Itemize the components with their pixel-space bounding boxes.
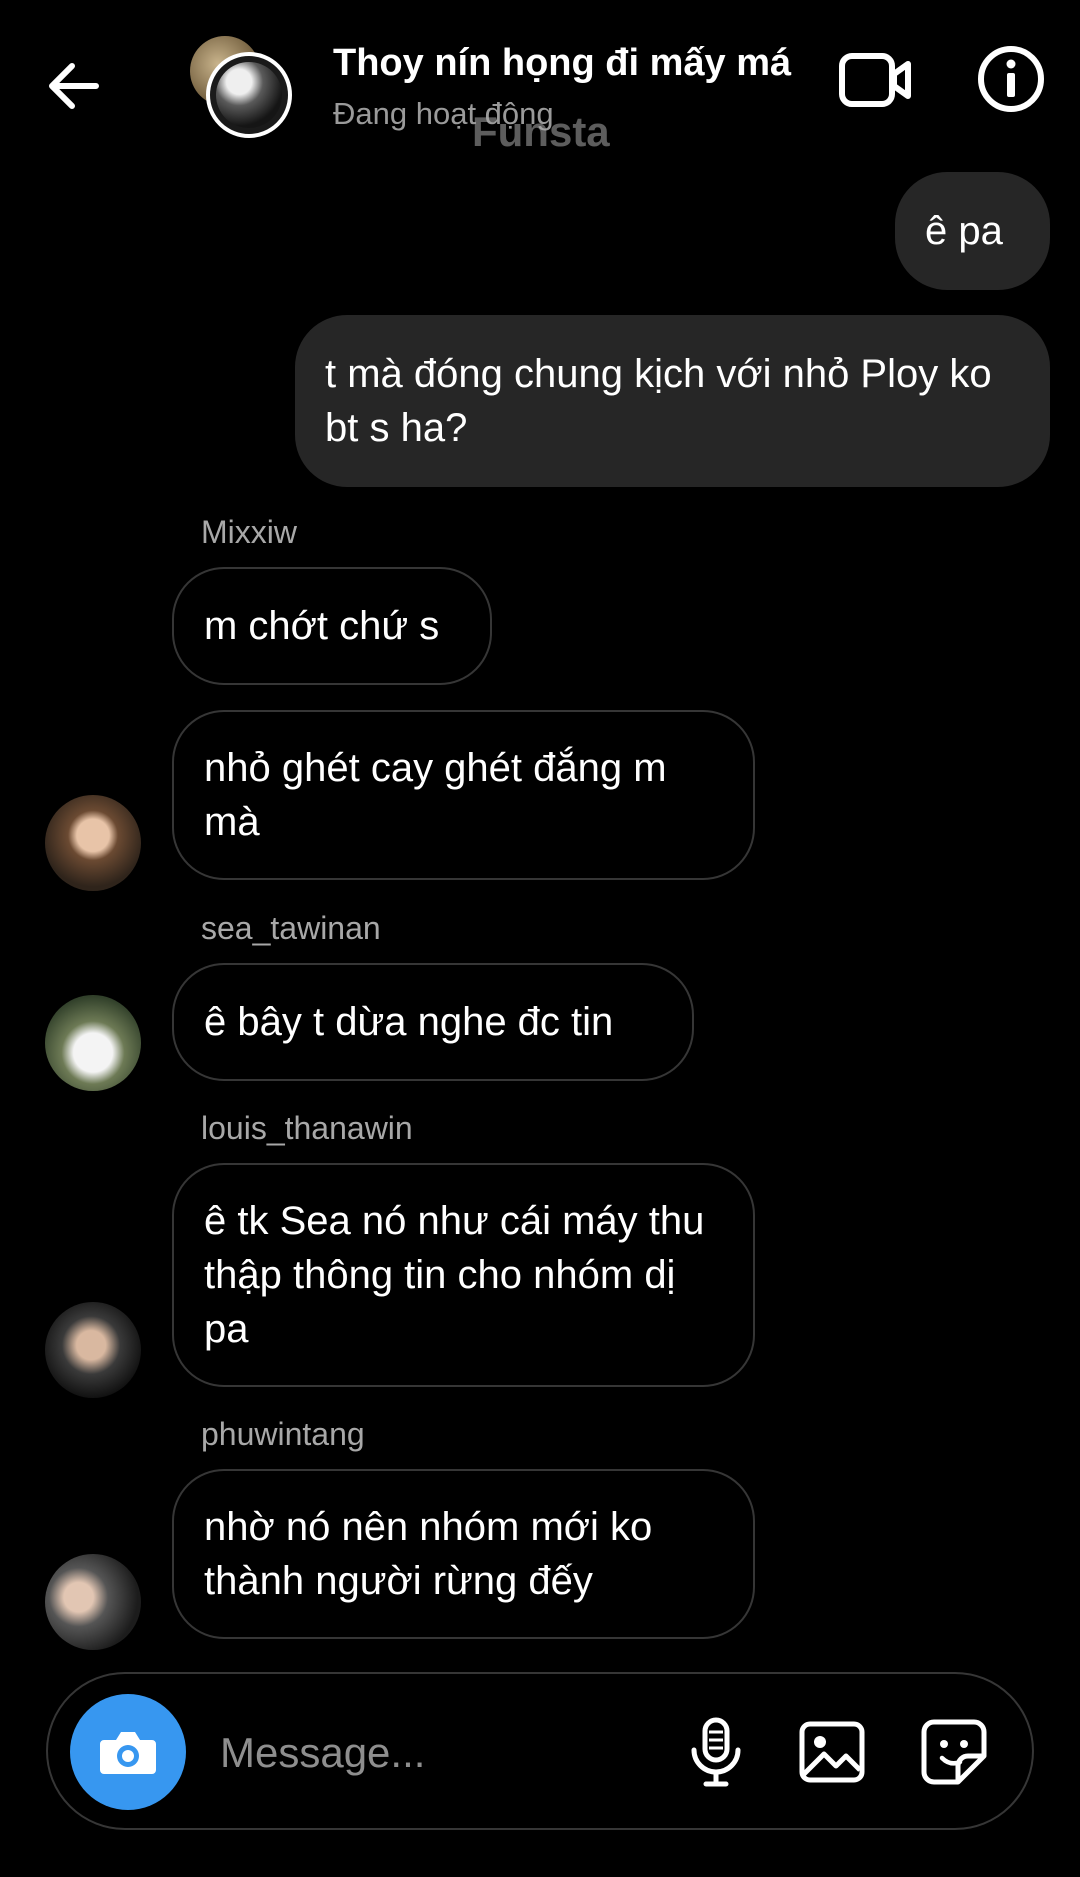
back-button[interactable] bbox=[44, 56, 104, 116]
received-message[interactable]: ê tk Sea nó như cái máy thu thập thông t… bbox=[172, 1163, 755, 1387]
chat-title[interactable]: Thoy nín họng đi mấy má bbox=[333, 42, 791, 85]
avatar[interactable] bbox=[45, 795, 141, 891]
message-input[interactable] bbox=[218, 1714, 682, 1792]
received-message[interactable]: nhỏ ghét cay ghét đắng m mà bbox=[172, 710, 755, 880]
chat-screen: Thoy nín họng đi mấy má Đang hoạt động F… bbox=[0, 0, 1080, 1877]
received-message[interactable]: m chớt chứ s bbox=[172, 567, 492, 685]
group-avatar-front bbox=[206, 52, 292, 138]
sender-name: louis_thanawin bbox=[201, 1110, 413, 1146]
info-button[interactable] bbox=[976, 44, 1046, 114]
message-text: nhờ nó nên nhóm mới ko thành người rừng … bbox=[204, 1505, 653, 1603]
chat-header: Thoy nín họng đi mấy má Đang hoạt động F… bbox=[0, 0, 1080, 160]
sent-message[interactable]: ê pa bbox=[895, 172, 1050, 290]
avatar[interactable] bbox=[45, 995, 141, 1091]
received-message[interactable]: nhờ nó nên nhóm mới ko thành người rừng … bbox=[172, 1469, 755, 1639]
video-camera-icon bbox=[839, 53, 911, 107]
message-text: ê bây t dừa nghe đc tin bbox=[204, 1000, 614, 1044]
sticker-icon bbox=[921, 1719, 987, 1785]
avatar[interactable] bbox=[45, 1554, 141, 1650]
message-composer bbox=[46, 1672, 1034, 1830]
sender-name: sea_tawinan bbox=[201, 910, 381, 946]
message-text: t mà đóng chung kịch với nhỏ Ploy ko bt … bbox=[325, 352, 992, 450]
sent-message[interactable]: t mà đóng chung kịch với nhỏ Ploy ko bt … bbox=[295, 315, 1050, 487]
gallery-icon bbox=[799, 1721, 865, 1783]
group-avatar[interactable] bbox=[190, 36, 292, 138]
message-text: ê pa bbox=[925, 209, 1003, 253]
received-message[interactable]: ê bây t dừa nghe đc tin bbox=[172, 963, 694, 1081]
watermark: Funsta bbox=[472, 108, 610, 155]
sticker-button[interactable] bbox=[916, 1714, 992, 1790]
info-icon bbox=[978, 46, 1044, 112]
sender-name: phuwintang bbox=[201, 1416, 365, 1452]
message-text: ê tk Sea nó như cái máy thu thập thông t… bbox=[204, 1199, 705, 1351]
message-text: nhỏ ghét cay ghét đắng m mà bbox=[204, 746, 667, 844]
voice-message-button[interactable] bbox=[678, 1714, 754, 1790]
camera-button[interactable] bbox=[70, 1694, 186, 1810]
avatar[interactable] bbox=[45, 1302, 141, 1398]
message-text: m chớt chứ s bbox=[204, 604, 440, 648]
microphone-icon bbox=[691, 1717, 741, 1787]
video-call-button[interactable] bbox=[838, 50, 914, 110]
camera-icon bbox=[100, 1732, 156, 1774]
sender-name: Mixxiw bbox=[201, 514, 297, 550]
arrow-left-icon bbox=[49, 63, 99, 109]
gallery-button[interactable] bbox=[794, 1714, 870, 1790]
